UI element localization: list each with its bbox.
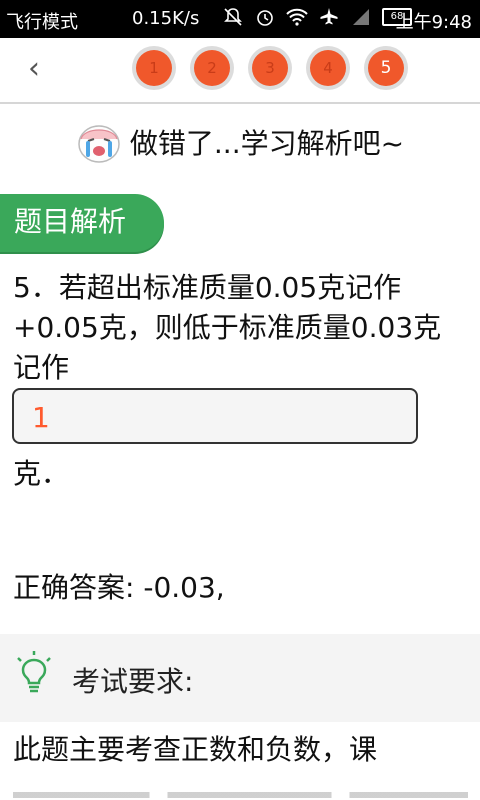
question-dot-5[interactable]: 5 <box>364 46 408 90</box>
unit-suffix: 克． <box>13 457 70 490</box>
question-dot-2[interactable]: 2 <box>190 46 234 90</box>
airplane-mode-label: 飞行模式 <box>6 12 78 33</box>
notifications-off-icon <box>222 6 244 28</box>
question-dot-label: 1 <box>136 50 172 86</box>
explanation-continued <box>13 778 468 800</box>
exam-requirement-label: 考试要求: <box>72 665 194 698</box>
result-heading: 做错了...学习解析吧~ <box>0 112 480 172</box>
question-dot-label: 3 <box>252 50 288 86</box>
exam-requirement-bar: 考试要求: <box>0 634 480 722</box>
question-dot-4[interactable]: 4 <box>306 46 350 90</box>
question-navigator: ‹ 1 2 3 4 5 <box>0 38 480 104</box>
explanation-text: 此题主要考查正数和负数，课 <box>13 733 378 766</box>
question-dot-label: 5 <box>368 50 404 86</box>
status-bar: 飞行模式 0.15K/s 68 上午9:48 <box>0 0 480 38</box>
user-answer-field: 1 <box>12 388 418 444</box>
network-speed: 0.15K/s <box>132 8 200 29</box>
crying-face-icon <box>78 125 120 163</box>
signal-icon <box>350 6 372 28</box>
back-button[interactable]: ‹ <box>28 54 40 84</box>
lightbulb-icon <box>17 651 51 693</box>
result-heading-text: 做错了...学习解析吧~ <box>129 127 405 160</box>
question-dot-label: 2 <box>194 50 230 86</box>
correct-answer: 正确答案: -0.03, <box>13 571 225 604</box>
divider <box>0 102 480 104</box>
question-text: 5．若超出标准质量0.05克记作+0.05克，则低于标准质量0.03克记作 <box>13 271 442 384</box>
question-dot-3[interactable]: 3 <box>248 46 292 90</box>
question-dots: 1 2 3 4 5 <box>132 46 408 90</box>
clock: 上午9:48 <box>395 12 472 33</box>
question-dot-label: 4 <box>310 50 346 86</box>
airplane-icon <box>318 6 340 28</box>
section-tab-analysis: 题目解析 <box>0 194 164 252</box>
wifi-icon <box>286 6 308 28</box>
question-dot-1[interactable]: 1 <box>132 46 176 90</box>
alarm-icon <box>254 6 276 28</box>
